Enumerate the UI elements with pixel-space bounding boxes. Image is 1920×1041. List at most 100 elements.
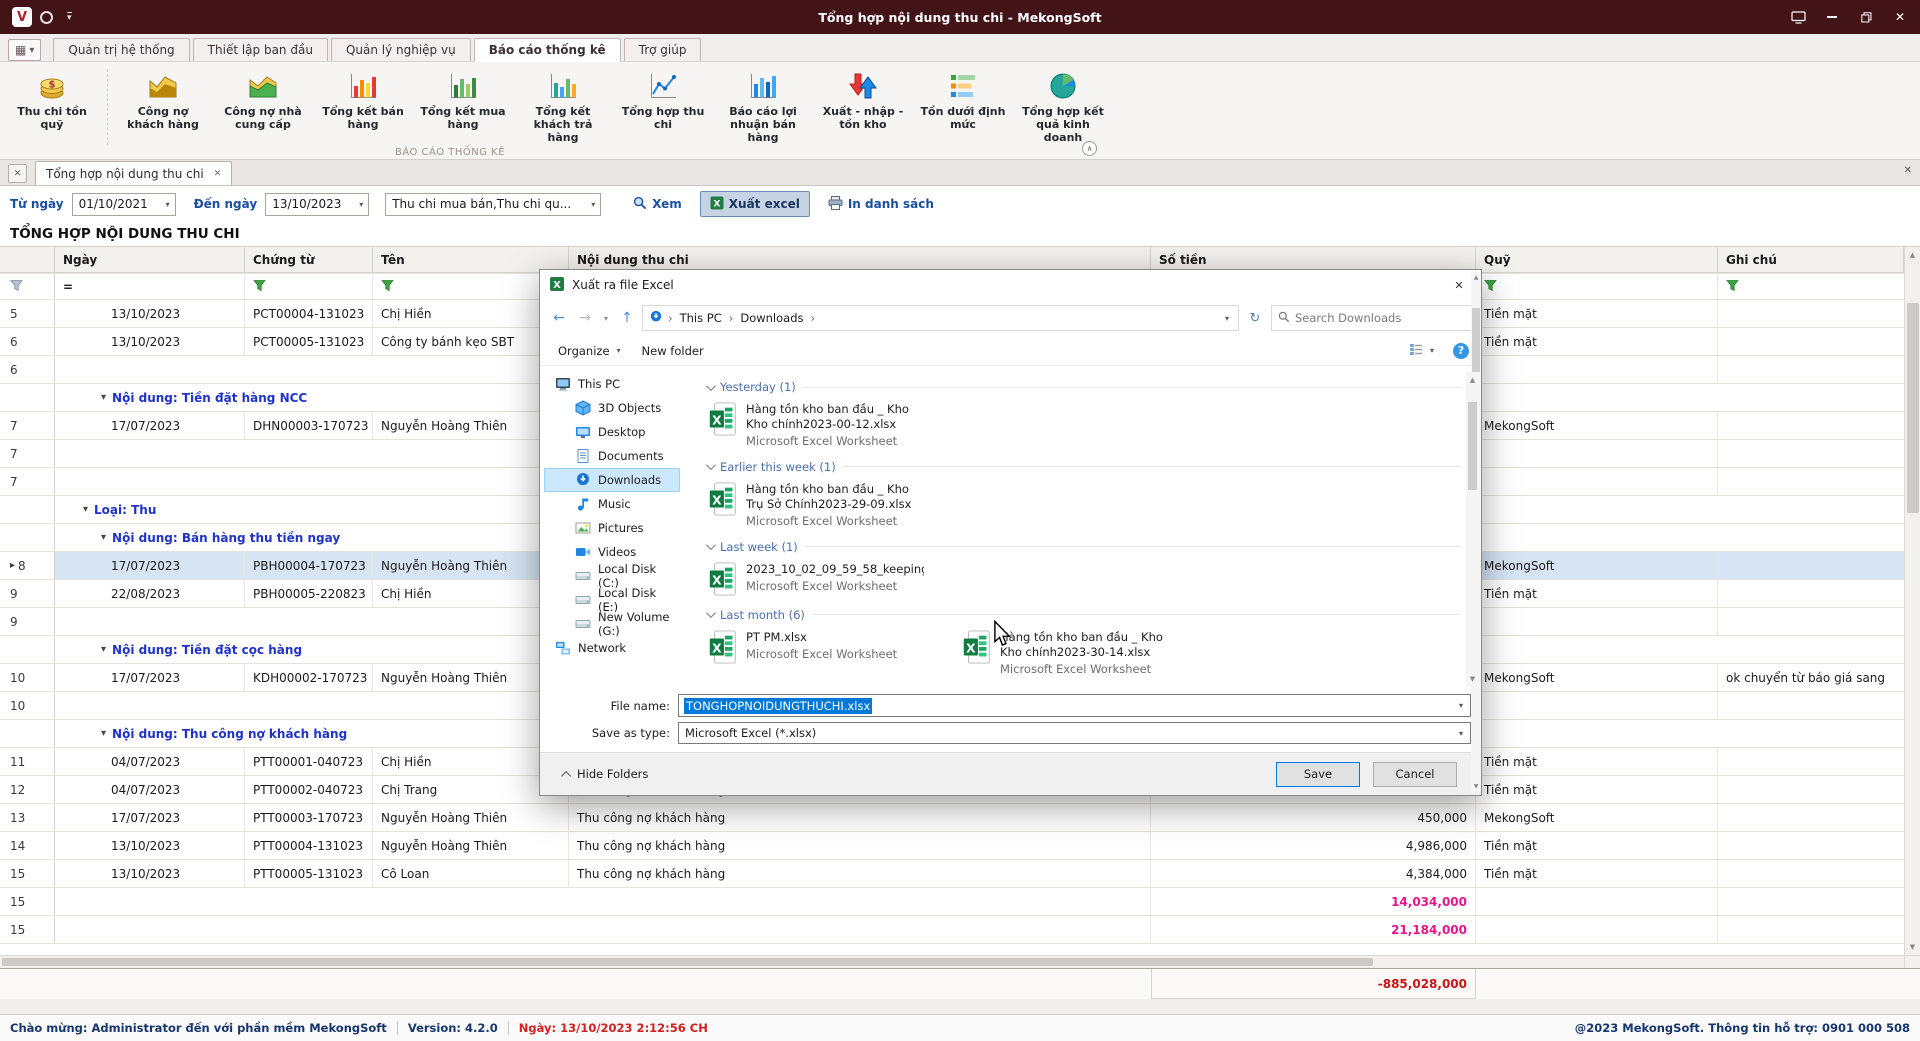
ribbon-item-barBlue[interactable]: Báo cáo lợi nhuận bán hàng xyxy=(715,67,811,147)
file-item-2023-10-02-09-59-58-keep[interactable]: X2023_10_02_09_59_58_keeping_time.xlsxMi… xyxy=(708,562,936,596)
print-list-button[interactable]: In danh sách xyxy=(818,191,944,217)
file-group-header[interactable]: Yesterday (1) xyxy=(706,377,1461,397)
save-as-type-combobox[interactable]: Microsoft Excel (*.xlsx) ▾ xyxy=(678,722,1471,744)
data-row[interactable]: 1413/10/2023PTT00004-131023Nguyễn Hoàng … xyxy=(0,832,1904,860)
hide-folders-button[interactable]: Hide Folders xyxy=(564,767,648,781)
scroll-down-icon[interactable]: ▼ xyxy=(1465,671,1481,687)
menu-tab-1[interactable]: Thiết lập ban đầu xyxy=(193,38,328,61)
from-date-input[interactable]: 01/10/2021 ▾ xyxy=(72,193,176,216)
close-button[interactable]: ✕ xyxy=(1886,5,1914,29)
breadcrumb-this-pc[interactable]: This PC xyxy=(678,311,724,325)
collapse-arrow-icon[interactable]: ▾ xyxy=(83,504,88,515)
minimize-button[interactable] xyxy=(1818,5,1846,29)
search-input[interactable]: Search Downloads xyxy=(1271,305,1473,331)
subtotal-row[interactable]: 1514,034,000 xyxy=(0,888,1904,916)
collapse-arrow-icon[interactable]: ▾ xyxy=(101,532,106,543)
column-header-ch-ng-t[interactable]: Chứng từ xyxy=(245,247,373,273)
filter-operator[interactable]: = xyxy=(63,280,73,294)
file-item-pt-pm-xlsx[interactable]: XPT PM.xlsxMicrosoft Excel Worksheet xyxy=(708,630,936,676)
ribbon-item-lineBlue[interactable]: Tổng hợp thu chi xyxy=(615,67,711,133)
address-bar[interactable]: › This PC › Downloads › ▾ xyxy=(642,305,1239,331)
sidebar-item-this-pc[interactable]: This PC xyxy=(544,372,680,396)
refresh-button[interactable]: ↻ xyxy=(1243,305,1267,331)
vertical-scrollbar[interactable]: ▲ ▼ xyxy=(1904,247,1920,955)
ribbon-item-area2[interactable]: Công nợ nhà cung cấp xyxy=(215,67,311,133)
file-item-h-ng-t-n-kho-ban-u-kho-k[interactable]: XHàng tồn kho ban đầu _ Kho Kho chính202… xyxy=(962,630,1190,676)
sidebar-item-videos[interactable]: Videos xyxy=(544,540,680,564)
column-header-ng-y[interactable]: Ngày xyxy=(55,247,245,273)
file-item-h-ng-t-n-kho-ban-u-kho-t[interactable]: XHàng tồn kho ban đầu _ Kho Trụ Sở Chính… xyxy=(708,482,936,528)
from-date-dropdown-icon[interactable]: ▾ xyxy=(163,200,173,209)
menu-tab-3[interactable]: Báo cáo thống kê xyxy=(474,38,621,61)
view-button[interactable]: Xem xyxy=(623,191,692,217)
file-list-scroll-thumb[interactable] xyxy=(1468,402,1477,490)
sidebar-item-new-volume-g[interactable]: New Volume (G:) xyxy=(544,612,680,636)
sidebar-item-network[interactable]: Network xyxy=(544,636,680,660)
filter-cell-ch-ng-t[interactable] xyxy=(245,274,373,299)
restore-button[interactable] xyxy=(1852,5,1880,29)
back-button[interactable]: ← xyxy=(548,306,570,330)
file-item-h-ng-t-n-kho-ban-u-kho-k[interactable]: XHàng tồn kho ban đầu _ Kho Kho chính202… xyxy=(708,402,936,448)
ribbon-item-arrows[interactable]: Xuất - nhập - tồn kho xyxy=(815,67,911,133)
data-row[interactable]: 1317/07/2023PTT00003-170723Nguyễn Hoàng … xyxy=(0,804,1904,832)
ribbon-collapse-button[interactable]: ∧ xyxy=(1082,141,1097,156)
tabbar-close-button[interactable]: ✕ xyxy=(1904,165,1912,176)
menu-tab-0[interactable]: Quản trị hệ thống xyxy=(53,38,189,61)
sidebar-item-3d-objects[interactable]: 3D Objects xyxy=(544,396,680,420)
file-name-input[interactable]: TONGHOPNOIDUNGTHUCHI.xlsx ▾ xyxy=(678,694,1471,717)
ribbon-item-area1[interactable]: Công nợ khách hàng xyxy=(115,67,211,133)
close-all-tabs-button[interactable]: ✕ xyxy=(8,164,27,183)
file-group-header[interactable]: Last week (1) xyxy=(706,537,1461,557)
file-name-dropdown-icon[interactable]: ▾ xyxy=(1452,695,1470,716)
filter-cell-ng-y[interactable]: = xyxy=(55,274,245,299)
data-row[interactable]: 1513/10/2023PTT00005-131023Cô LoanThu cô… xyxy=(0,860,1904,888)
sidebar-item-local-disk-c[interactable]: Local Disk (C:) xyxy=(544,564,680,588)
file-group-header[interactable]: Earlier this week (1) xyxy=(706,457,1461,477)
collapse-arrow-icon[interactable]: ▾ xyxy=(101,728,106,739)
sidebar-item-downloads[interactable]: Downloads xyxy=(544,468,680,492)
up-button[interactable]: ↑ xyxy=(616,306,638,330)
filter-cell-qu[interactable] xyxy=(1476,274,1718,299)
ribbon-item-pie[interactable]: Tổng hợp kết quả kinh doanh xyxy=(1015,67,1111,147)
export-excel-button[interactable]: X Xuất excel xyxy=(700,191,810,217)
application-menu-button[interactable]: ▦▾ xyxy=(8,39,41,61)
subtotal-row[interactable]: 1521,184,000 xyxy=(0,916,1904,944)
help-icon[interactable]: ? xyxy=(1453,343,1469,359)
sidebar-item-pictures[interactable]: Pictures xyxy=(544,516,680,540)
save-as-type-dropdown-icon[interactable]: ▾ xyxy=(1452,723,1470,743)
type-filter-combobox[interactable]: Thu chi mua bán,Thu chi qu... ▾ xyxy=(385,193,601,216)
horizontal-scrollbar[interactable] xyxy=(0,955,1904,968)
ribbon-item-money[interactable]: $Thu chi tồn quỹ xyxy=(4,67,100,133)
new-folder-button[interactable]: New folder xyxy=(636,339,710,363)
sidebar-item-desktop[interactable]: Desktop xyxy=(544,420,680,444)
cancel-button[interactable]: Cancel xyxy=(1373,762,1457,787)
scroll-up-icon[interactable]: ▲ xyxy=(1465,372,1481,388)
sidebar-item-documents[interactable]: Documents xyxy=(544,444,680,468)
fit-screen-button[interactable] xyxy=(1784,5,1812,29)
filter-cell-ghi-ch[interactable] xyxy=(1718,274,1904,299)
history-dropdown-icon[interactable]: ▾ xyxy=(600,306,612,330)
forward-button[interactable]: → xyxy=(574,306,596,330)
address-dropdown-icon[interactable]: ▾ xyxy=(1222,314,1232,323)
type-filter-dropdown-icon[interactable]: ▾ xyxy=(588,200,598,209)
vertical-scroll-thumb[interactable] xyxy=(1907,303,1919,513)
tab-tong-hop-noi-dung-thu-chi[interactable]: Tổng hợp nội dung thu chi ✕ xyxy=(35,161,232,185)
file-group-header[interactable]: Last month (6) xyxy=(706,605,1461,625)
collapse-arrow-icon[interactable]: ▾ xyxy=(101,644,106,655)
quick-access-customize-icon[interactable]: ▾ xyxy=(67,12,72,22)
ribbon-item-barGreen[interactable]: Tổng kết mua hàng xyxy=(415,67,511,133)
file-list-scrollbar[interactable]: ▲ ▼ xyxy=(1466,372,1479,687)
scroll-down-icon[interactable]: ▼ xyxy=(1905,939,1920,955)
quick-access-circle-icon[interactable] xyxy=(40,11,53,24)
horizontal-scroll-thumb[interactable] xyxy=(2,958,1373,966)
ribbon-item-list[interactable]: Tồn dưới định mức xyxy=(915,67,1011,133)
ribbon-item-barRed[interactable]: Tổng kết bán hàng xyxy=(315,67,411,133)
view-options-button[interactable]: ▾ xyxy=(1403,339,1443,363)
organize-button[interactable]: Organize ▾ xyxy=(552,339,630,363)
sidebar-item-local-disk-e[interactable]: Local Disk (E:) xyxy=(544,588,680,612)
sidebar-item-music[interactable]: Music xyxy=(544,492,680,516)
menu-tab-4[interactable]: Trợ giúp xyxy=(624,38,702,61)
collapse-arrow-icon[interactable]: ▾ xyxy=(101,392,106,403)
breadcrumb-downloads[interactable]: Downloads xyxy=(738,311,805,325)
ribbon-item-barMulti[interactable]: Tổng kết khách trả hàng xyxy=(515,67,611,147)
